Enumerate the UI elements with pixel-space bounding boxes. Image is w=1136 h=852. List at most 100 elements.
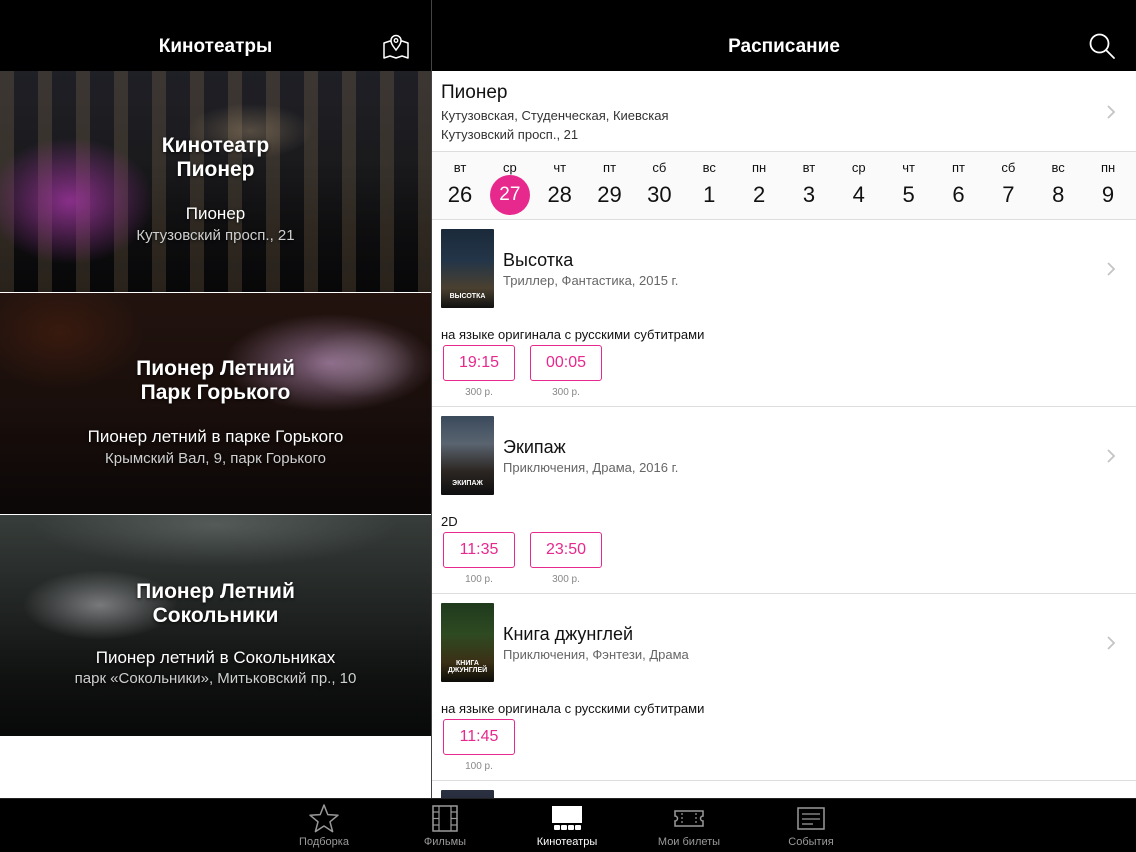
session-button[interactable]: 19:15 [443, 345, 515, 381]
tab-label: Подборка [299, 836, 349, 848]
date-weekday: пн [751, 160, 767, 175]
movie-item-next [432, 781, 1136, 798]
cinema-card-address: Кутузовский просп., 21 [136, 227, 295, 244]
date-weekday: сб [1001, 160, 1016, 175]
session-price: 300 р. [465, 387, 493, 398]
search-icon[interactable] [1088, 32, 1116, 60]
map-pin-icon[interactable] [381, 31, 411, 61]
date-cell[interactable]: пт 29 [588, 152, 632, 220]
cinema-card-subtitle: Пионер летний в Сокольниках [95, 648, 336, 667]
session-price: 100 р. [465, 761, 493, 772]
date-number: 4 [852, 182, 865, 207]
date-weekday: ср [851, 160, 866, 175]
movie-title[interactable]: Экипаж [503, 437, 566, 458]
movie-format: 2D [441, 514, 458, 529]
date-number: 1 [703, 182, 716, 207]
cinema-card-subtitle: Пионер [185, 204, 246, 223]
session-button[interactable]: 23:50 [530, 532, 602, 568]
date-cell[interactable]: вс 1 [687, 152, 731, 220]
chevron-right-icon[interactable] [1106, 635, 1116, 651]
chevron-right-icon[interactable] [1106, 448, 1116, 464]
date-number: 3 [802, 182, 816, 207]
tab-selection[interactable]: Подборка [274, 799, 374, 852]
movie-poster[interactable]: КНИГА ДЖУНГЛЕЙ [441, 603, 494, 682]
movie-poster[interactable]: ЭКИПАЖ [441, 416, 494, 495]
date-cell[interactable]: чт 28 [538, 152, 582, 220]
session-button[interactable]: 00:05 [530, 345, 602, 381]
selected-cinema-row[interactable]: Пионер Кутузовская, Студенческая, Киевск… [432, 71, 1136, 152]
cinema-seats-icon [552, 806, 582, 830]
date-weekday: чт [902, 160, 915, 175]
tab-bar: Подборка Фильмы Кинотеатры Мои билеты Со… [0, 798, 1136, 852]
cinema-address: Кутузовский просп., 21 [441, 127, 579, 142]
movie-title[interactable]: Книга джунглей [503, 624, 633, 645]
cinema-card-pioner[interactable]: Кинотеатр Пионер Пионер Кутузовский прос… [0, 71, 431, 292]
session-button[interactable]: 11:45 [443, 719, 515, 755]
date-number: 6 [952, 182, 965, 207]
date-picker: вт 26 ср 27 чт 28 пт 29 сб 30 вс 1 пн 2 вт 3 ср 4 чт 5 пт 6 сб… [432, 152, 1136, 220]
tab-label: События [788, 836, 834, 848]
tab-events[interactable]: События [761, 799, 861, 852]
date-weekday: сб [652, 160, 667, 175]
date-cell[interactable]: сб 7 [986, 152, 1030, 220]
cinemas-title: Кинотеатры [158, 36, 273, 57]
cinema-card-address: парк «Сокольники», Митьковский пр., 10 [74, 670, 357, 687]
movie-format: на языке оригинала с русскими субтитрами [441, 701, 705, 716]
date-number: 8 [1052, 182, 1065, 207]
date-cell[interactable]: вт 26 [438, 152, 482, 220]
movie-title[interactable]: Высотка [503, 250, 573, 271]
cinema-card-name: Пионер Летний Сокольники [136, 580, 295, 627]
date-cell[interactable]: пн 2 [737, 152, 781, 220]
chevron-right-icon [1107, 105, 1116, 119]
date-cell[interactable]: пн 9 [1086, 152, 1130, 220]
date-cell[interactable]: чт 5 [887, 152, 931, 220]
schedule-pane: Расписание Пионер Кутузовская, Студенчес… [432, 0, 1136, 798]
movie-poster[interactable] [441, 790, 494, 798]
date-weekday: чт [553, 160, 567, 175]
chevron-right-icon[interactable] [1106, 261, 1116, 277]
cinema-card-name: Пионер Летний Парк Горького [136, 357, 295, 404]
date-number: 9 [1101, 182, 1115, 207]
schedule-header: Расписание [432, 0, 1136, 71]
star-icon [309, 804, 339, 833]
cinemas-header: Кинотеатры [0, 0, 431, 71]
app-root: Кинотеатры Кинотеатр Пионер Пионер Кутуз… [0, 0, 1136, 852]
events-icon [797, 807, 825, 830]
movie-genre: Приключения, Драма, 2016 г. [503, 460, 679, 475]
movie-poster[interactable]: ВЫСОТКА [441, 229, 494, 308]
movie-genre: Приключения, Фэнтези, Драма [503, 647, 689, 662]
session-button[interactable]: 11:35 [443, 532, 515, 568]
session-price: 100 р. [465, 574, 493, 585]
movie-format: на языке оригинала с русскими субтитрами [441, 327, 705, 342]
movie-item-vysotka: ВЫСОТКА Высотка Триллер, Фантастика, 201… [432, 220, 1136, 407]
movie-genre: Триллер, Фантастика, 2015 г. [503, 273, 679, 288]
date-cell[interactable]: ср 27 [488, 152, 532, 220]
movie-item-jungle-book: КНИГА ДЖУНГЛЕЙ Книга джунглей Приключени… [432, 594, 1136, 781]
date-cell[interactable]: ср 4 [837, 152, 881, 220]
tab-cinemas[interactable]: Кинотеатры [517, 799, 617, 852]
date-weekday: пт [952, 160, 965, 175]
date-weekday: пт [603, 160, 617, 175]
cinema-name: Пионер [441, 82, 508, 103]
cinema-card-address: Крымский Вал, 9, парк Горького [105, 450, 326, 467]
date-cell[interactable]: пт 6 [937, 152, 981, 220]
date-cell[interactable]: вт 3 [787, 152, 831, 220]
date-number: 29 [597, 182, 622, 207]
tab-my-tickets[interactable]: Мои билеты [639, 799, 739, 852]
date-number-selected: 27 [489, 175, 530, 215]
cinema-card-name: Кинотеатр Пионер [161, 134, 270, 181]
film-icon [432, 805, 458, 832]
tab-films[interactable]: Фильмы [395, 799, 495, 852]
schedule-title: Расписание [728, 36, 840, 57]
date-cell[interactable]: вс 8 [1036, 152, 1080, 220]
cinema-card-gorky-park[interactable]: Пионер Летний Парк Горького Пионер летни… [0, 293, 431, 514]
cinema-card-sokolniki[interactable]: Пионер Летний Сокольники Пионер летний в… [0, 515, 431, 736]
movie-item-ekipazh: ЭКИПАЖ Экипаж Приключения, Драма, 2016 г… [432, 407, 1136, 594]
date-cell[interactable]: сб 30 [637, 152, 681, 220]
date-number: 2 [752, 182, 766, 207]
cinema-card-subtitle: Пионер летний в парке Горького [87, 427, 344, 446]
date-weekday: вт [453, 160, 467, 175]
date-number: 5 [902, 182, 915, 207]
cinema-metro: Кутузовская, Студенческая, Киевская [441, 108, 669, 123]
date-weekday: вт [802, 160, 816, 175]
